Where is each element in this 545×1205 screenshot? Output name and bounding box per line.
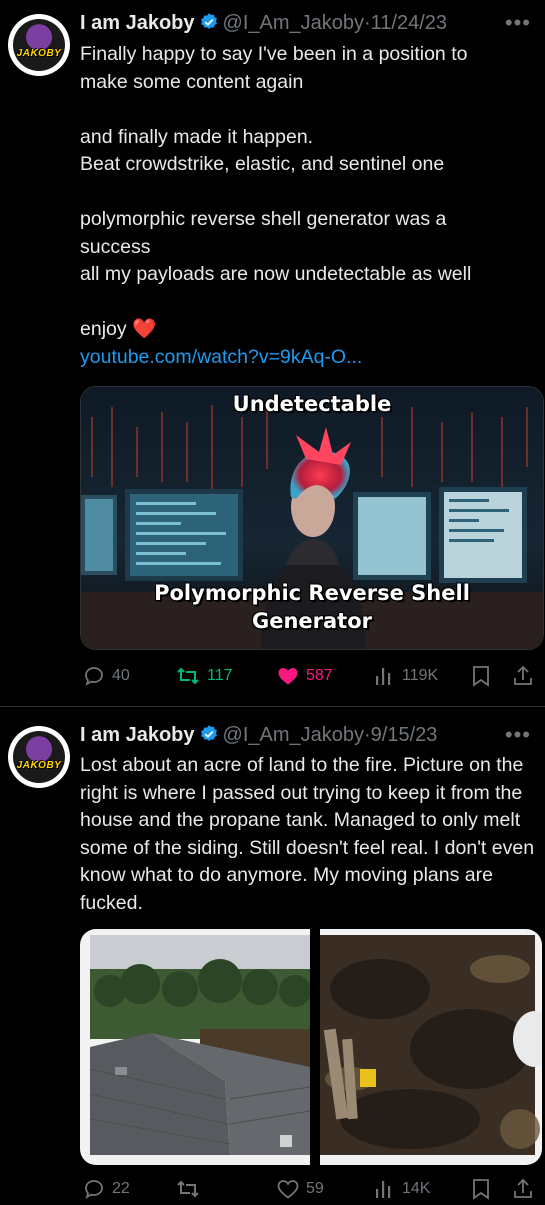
views-icon	[376, 668, 391, 685]
avatar-label: JAKOBY	[16, 760, 62, 771]
reply-icon	[85, 667, 103, 686]
text-line: and finally made it happen. Beat crowdst…	[80, 125, 445, 176]
tweet-header: I am Jakoby @I_Am_Jakoby·9/15/23	[80, 724, 437, 750]
heart-filled-icon	[278, 668, 298, 685]
dot-separator: ·	[364, 724, 371, 746]
views-icon	[376, 1181, 391, 1198]
tweet-2[interactable]: JAKOBY I am Jakoby @I_Am_Jakoby·9/15/23 •…	[0, 707, 545, 1200]
link-card[interactable]: Undetectable Polymorphic Reverse Shell G…	[80, 386, 544, 650]
like-button[interactable]: 587	[276, 664, 333, 688]
repost-count: 117	[207, 667, 233, 684]
bookmark-icon	[473, 1179, 489, 1200]
action-bar: 40 117 587 119K	[80, 664, 535, 692]
text-line	[80, 289, 540, 317]
reply-count: 22	[112, 1180, 130, 1197]
author-name[interactable]: I am Jakoby	[80, 724, 195, 746]
views-count: 14K	[402, 1180, 431, 1197]
action-bar: 22 59 14K	[80, 1177, 535, 1205]
tweet-1[interactable]: JAKOBY I am Jakoby @I_Am_Jakoby·11/24/23 …	[0, 0, 545, 700]
repost-icon	[177, 1180, 199, 1198]
heart-icon	[277, 1180, 299, 1199]
avatar-image	[13, 19, 65, 71]
tweet-text: Lost about an acre of land to the fire. …	[80, 752, 542, 917]
avatar[interactable]: JAKOBY	[8, 14, 70, 76]
text-line	[80, 96, 540, 124]
author-name[interactable]: I am Jakoby	[80, 12, 195, 34]
reply-icon	[85, 1180, 103, 1199]
repost-button[interactable]: 117	[175, 664, 233, 688]
share-icon	[514, 1178, 532, 1198]
tweet-date[interactable]: 9/15/23	[371, 724, 438, 746]
tweet-text: Finally happy to say I've been in a posi…	[80, 41, 540, 371]
like-count: 59	[306, 1180, 324, 1197]
avatar[interactable]: JAKOBY	[8, 726, 70, 788]
photo-burned-ground[interactable]	[320, 929, 542, 1165]
share-button[interactable]	[512, 664, 534, 688]
share-button[interactable]	[512, 1177, 534, 1201]
more-options-icon[interactable]: •••	[505, 10, 531, 36]
reply-button[interactable]: 22	[82, 1177, 130, 1201]
author-handle[interactable]: @I_Am_Jakoby	[223, 724, 364, 746]
more-options-icon[interactable]: •••	[505, 722, 531, 748]
reply-count: 40	[112, 667, 130, 684]
bookmark-icon	[473, 666, 489, 687]
bookmark-button[interactable]	[470, 664, 492, 688]
media-grid	[80, 929, 542, 1165]
like-button[interactable]: 59	[276, 1177, 324, 1201]
author-handle[interactable]: @I_Am_Jakoby	[223, 12, 364, 34]
text-line: Finally happy to say I've been in a posi…	[80, 43, 468, 93]
like-count: 587	[306, 667, 333, 684]
tweet-date[interactable]: 11/24/23	[371, 12, 447, 34]
avatar-image	[13, 731, 65, 783]
repost-button[interactable]	[175, 1177, 207, 1201]
repost-icon	[177, 667, 199, 685]
text-line	[80, 179, 540, 207]
views-button[interactable]: 14K	[374, 1177, 430, 1201]
bookmark-button[interactable]	[470, 1177, 492, 1201]
text-line: polymorphic reverse shell generator was …	[80, 208, 472, 285]
photo-roof[interactable]	[80, 929, 310, 1165]
verified-badge-icon	[199, 12, 219, 38]
views-button[interactable]: 119K	[374, 664, 438, 688]
tweet-header: I am Jakoby @I_Am_Jakoby·11/24/23	[80, 12, 447, 38]
youtube-link[interactable]: youtube.com/watch?v=9kAq-O...	[80, 344, 540, 372]
text-paragraph: Lost about an acre of land to the fire. …	[80, 754, 535, 914]
card-title-bottom: Polymorphic Reverse Shell Generator	[154, 581, 470, 633]
views-count: 119K	[402, 667, 439, 684]
card-title-top: Undetectable	[232, 392, 392, 416]
share-icon	[514, 665, 532, 685]
verified-badge-icon	[199, 724, 219, 750]
reply-button[interactable]: 40	[82, 664, 130, 688]
dot-separator: ·	[364, 12, 371, 34]
avatar-label: JAKOBY	[16, 48, 62, 59]
text-line: enjoy ❤️	[80, 318, 157, 340]
